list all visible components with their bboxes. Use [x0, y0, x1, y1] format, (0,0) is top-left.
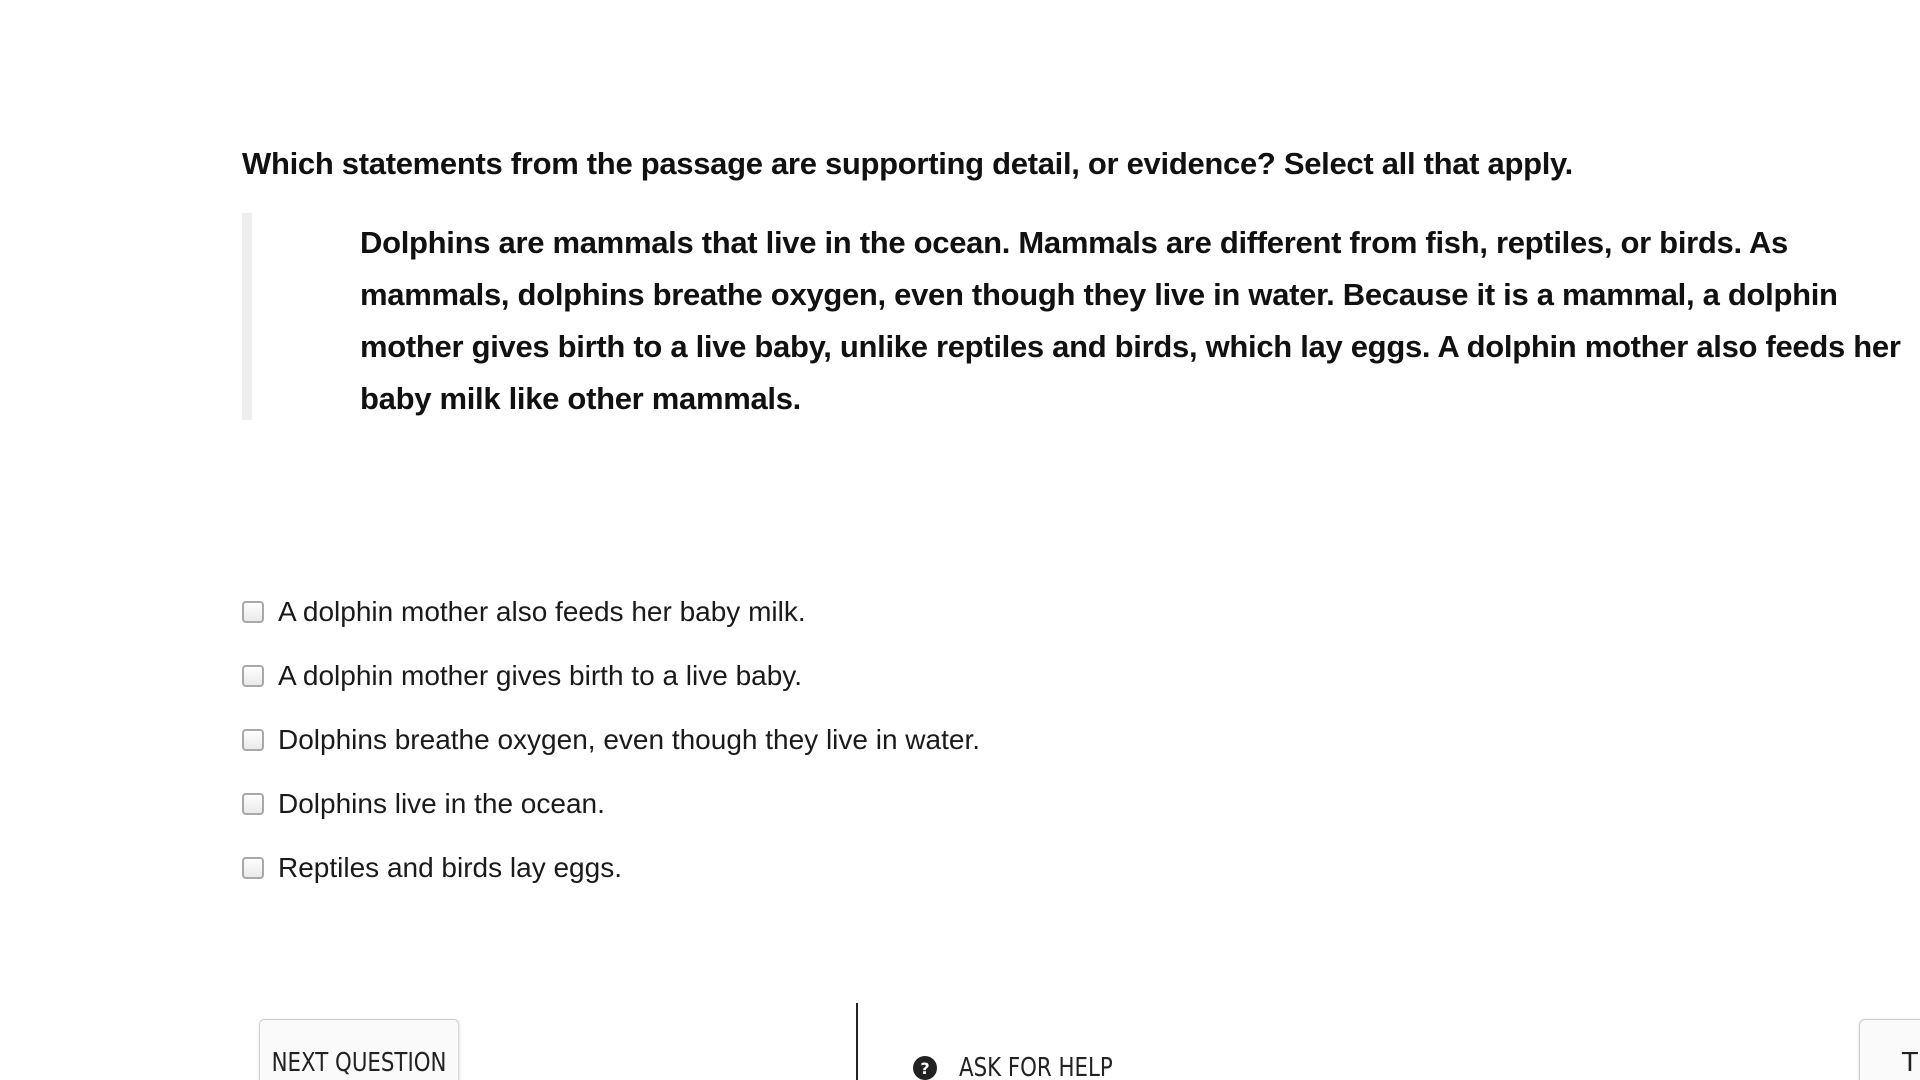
ask-for-help-label[interactable]: ASK FOR HELP [959, 1053, 1113, 1080]
answer-checkbox[interactable] [242, 601, 264, 623]
answer-checkbox[interactable] [242, 857, 264, 879]
answer-label[interactable]: A dolphin mother gives birth to a live b… [278, 660, 802, 692]
passage-blockquote: Dolphins are mammals that live in the oc… [242, 213, 1920, 420]
answer-checkbox[interactable] [242, 729, 264, 751]
answer-option[interactable]: A dolphin mother also feeds her baby mil… [242, 580, 980, 644]
question-page: Which statements from the passage are su… [0, 0, 1920, 1080]
answer-option[interactable]: Dolphins live in the ocean. [242, 772, 980, 836]
ask-for-help-button[interactable]: ? ASK FOR HELP [913, 1053, 1147, 1080]
answer-option[interactable]: A dolphin mother gives birth to a live b… [242, 644, 980, 708]
answer-option[interactable]: Dolphins breathe oxygen, even though the… [242, 708, 980, 772]
right-footer-button[interactable]: TU [1859, 1019, 1920, 1080]
answer-options: A dolphin mother also feeds her baby mil… [242, 580, 980, 900]
answer-label[interactable]: Dolphins breathe oxygen, even though the… [278, 724, 980, 756]
answer-checkbox[interactable] [242, 793, 264, 815]
answer-label[interactable]: Reptiles and birds lay eggs. [278, 852, 622, 884]
answer-label[interactable]: A dolphin mother also feeds her baby mil… [278, 596, 806, 628]
answer-option[interactable]: Reptiles and birds lay eggs. [242, 836, 980, 900]
answer-label[interactable]: Dolphins live in the ocean. [278, 788, 605, 820]
question-circle-icon: ? [913, 1056, 937, 1080]
passage-text: Dolphins are mammals that live in the oc… [360, 225, 1901, 416]
answer-checkbox[interactable] [242, 665, 264, 687]
next-question-button[interactable]: NEXT QUESTION [259, 1019, 460, 1080]
footer-divider [856, 1003, 858, 1080]
question-prompt: Which statements from the passage are su… [242, 146, 1573, 181]
